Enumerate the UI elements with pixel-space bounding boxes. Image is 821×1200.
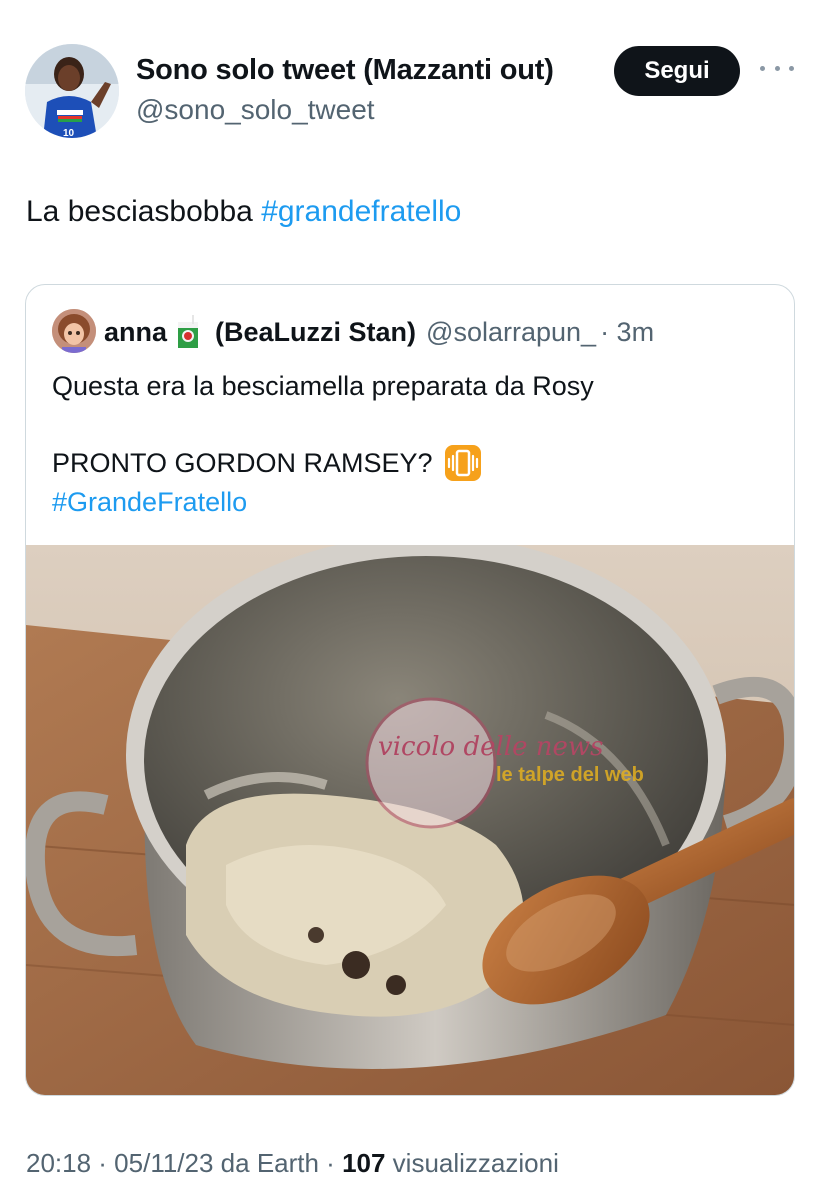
pot-with-bechamel-photo[interactable]: vicolo delle news le talpe del web (26, 535, 794, 1095)
vibration-mode-emoji-icon (444, 445, 481, 482)
quote-author-handle[interactable]: @solarrapun_ (426, 317, 596, 348)
pot-photo-illustration: vicolo delle news le talpe del web (26, 535, 794, 1095)
quote-header: anna (BeaLuzzi Stan) @solarrapun_ · 3m (104, 315, 654, 349)
volleyball-player-avatar-icon: 10 (25, 44, 119, 138)
juice-box-emoji-icon (175, 315, 201, 349)
views-count: 107 (342, 1148, 386, 1178)
author-display-name[interactable]: Sono solo tweet (Mazzanti out) (136, 54, 554, 87)
quote-author-name[interactable]: anna (104, 317, 167, 348)
quote-author-avatar (52, 309, 96, 353)
watermark-talpe: le talpe del web (496, 764, 644, 786)
quote-text: Questa era la besciamella preparata da R… (52, 367, 594, 521)
tweet-hashtag-link[interactable]: #grandefratello (261, 195, 461, 228)
tweet-timestamp[interactable]: 20:18 · 05/11/23 da Earth · (26, 1148, 342, 1178)
more-horizontal-icon[interactable] (760, 58, 794, 78)
tweet-body: La besciasbobba (26, 195, 262, 228)
quote-line-1: Questa era la besciamella preparata da R… (52, 371, 594, 401)
quote-line-2: PRONTO GORDON RAMSEY? (52, 444, 594, 483)
quote-blank-line (52, 406, 594, 445)
quote-line-2-text: PRONTO GORDON RAMSEY? (52, 448, 433, 478)
tweet-text: La besciasbobba #grandefratello (26, 195, 461, 229)
views-label: visualizzazioni (385, 1148, 559, 1178)
watermark-vicolo: vicolo delle news (378, 732, 604, 762)
quote-author-stan[interactable]: (BeaLuzzi Stan) (215, 317, 416, 348)
quote-hashtag-link[interactable]: #GrandeFratello (52, 483, 594, 522)
quoted-tweet-card[interactable]: anna (BeaLuzzi Stan) @solarrapun_ · 3m Q… (25, 284, 795, 1096)
svg-text:10: 10 (63, 128, 75, 138)
author-handle[interactable]: @sono_solo_tweet (136, 94, 375, 126)
cartoon-girl-avatar-icon (52, 309, 96, 353)
quote-time[interactable]: · 3m (600, 317, 654, 348)
follow-button[interactable]: Segui (614, 46, 740, 96)
tweet-meta: 20:18 · 05/11/23 da Earth · 107 visualiz… (26, 1148, 559, 1179)
author-avatar[interactable]: 10 (25, 44, 119, 138)
